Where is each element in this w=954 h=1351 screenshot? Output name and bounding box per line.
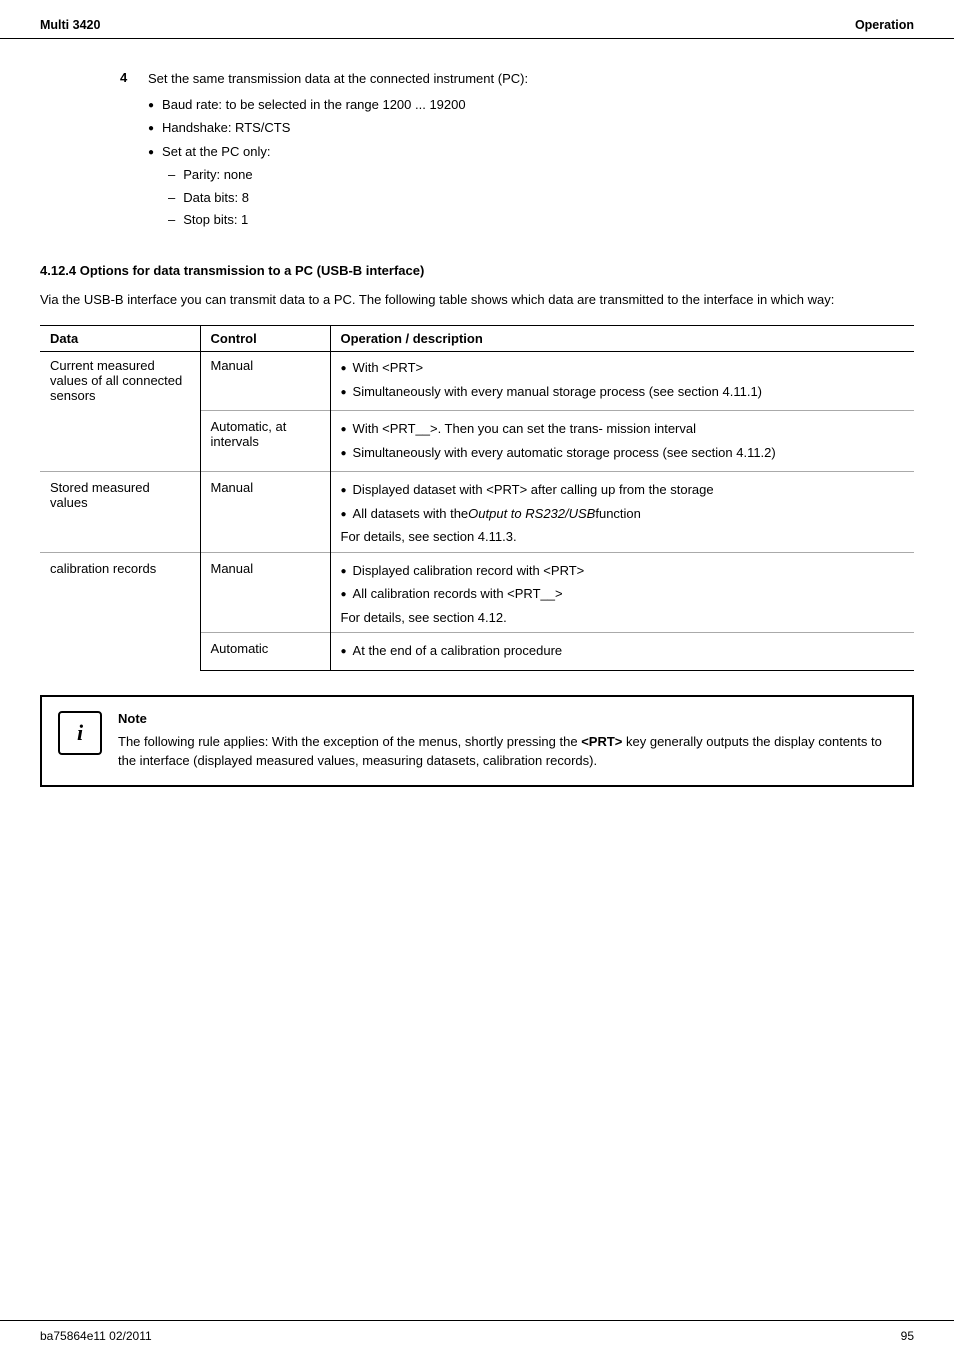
- op-bullet: At the end of a calibration procedure: [341, 641, 905, 661]
- table-cell-operation: With <PRT__>. Then you can set the trans…: [330, 411, 914, 472]
- table-row: calibration records Manual Displayed cal…: [40, 552, 914, 633]
- table-header-control: Control: [200, 326, 330, 352]
- op-bullet: With <PRT>: [341, 358, 905, 378]
- op-bullet: Displayed calibration record with <PRT>: [341, 561, 905, 581]
- table-cell-control: Manual: [200, 472, 330, 553]
- data-table: Data Control Operation / description Cur…: [40, 325, 914, 671]
- table-cell-control: Manual: [200, 552, 330, 633]
- table-cell-operation: At the end of a calibration procedure: [330, 633, 914, 671]
- list-item: Handshake: RTS/CTS: [148, 118, 914, 138]
- list-item: Parity: none: [168, 165, 914, 185]
- op-bullet: All calibration records with <PRT__>: [341, 584, 905, 604]
- section-heading: 4.12.4 Options for data transmission to …: [40, 263, 914, 278]
- table-cell-operation: Displayed calibration record with <PRT> …: [330, 552, 914, 633]
- step-4-bullets: Baud rate: to be selected in the range 1…: [148, 95, 914, 162]
- op-bullet: With <PRT__>. Then you can set the trans…: [341, 419, 905, 439]
- table-cell-data: Stored measured values: [40, 472, 200, 553]
- page-footer: ba75864e11 02/2011 95: [0, 1320, 954, 1351]
- step-4-intro: Set the same transmission data at the co…: [148, 69, 914, 89]
- page: Multi 3420 Operation 4 Set the same tran…: [0, 0, 954, 1351]
- list-item: Set at the PC only:: [148, 142, 914, 162]
- table-cell-operation: Displayed dataset with <PRT> after calli…: [330, 472, 914, 553]
- list-item: Baud rate: to be selected in the range 1…: [148, 95, 914, 115]
- list-item: Stop bits: 1: [168, 210, 914, 230]
- table-header-data: Data: [40, 326, 200, 352]
- op-text: For details, see section 4.12.: [341, 608, 905, 628]
- info-icon: i: [58, 711, 102, 755]
- table-cell-control: Automatic, at intervals: [200, 411, 330, 472]
- table-cell-operation: With <PRT> Simultaneously with every man…: [330, 352, 914, 411]
- table-cell-data: Current measured values of all connected…: [40, 352, 200, 472]
- section-intro: Via the USB-B interface you can transmit…: [40, 290, 914, 310]
- step-4-block: 4 Set the same transmission data at the …: [120, 69, 914, 233]
- table-cell-control: Automatic: [200, 633, 330, 671]
- page-content: 4 Set the same transmission data at the …: [0, 39, 954, 847]
- list-item: Data bits: 8: [168, 188, 914, 208]
- step-4-dashes: Parity: none Data bits: 8 Stop bits: 1: [148, 165, 914, 230]
- step-4-content: Set the same transmission data at the co…: [148, 69, 914, 233]
- table-header-operation: Operation / description: [330, 326, 914, 352]
- note-title: Note: [118, 711, 896, 726]
- step-number: 4: [120, 69, 148, 233]
- table-cell-control: Manual: [200, 352, 330, 411]
- table-row: Current measured values of all connected…: [40, 352, 914, 411]
- footer-left: ba75864e11 02/2011: [40, 1329, 152, 1343]
- op-text: For details, see section 4.11.3.: [341, 527, 905, 547]
- header-left: Multi 3420: [40, 18, 100, 32]
- op-bullet: All datasets with the Output to RS232/US…: [341, 504, 905, 524]
- table-row: Stored measured values Manual Displayed …: [40, 472, 914, 553]
- footer-right: 95: [901, 1329, 914, 1343]
- note-content: Note The following rule applies: With th…: [118, 711, 896, 771]
- table-cell-data: calibration records: [40, 552, 200, 670]
- page-header: Multi 3420 Operation: [0, 0, 954, 39]
- note-box: i Note The following rule applies: With …: [40, 695, 914, 787]
- note-text: The following rule applies: With the exc…: [118, 732, 896, 771]
- op-bullet: Simultaneously with every manual storage…: [341, 382, 905, 402]
- header-right: Operation: [855, 18, 914, 32]
- op-bullet: Simultaneously with every automatic stor…: [341, 443, 905, 463]
- op-bullet: Displayed dataset with <PRT> after calli…: [341, 480, 905, 500]
